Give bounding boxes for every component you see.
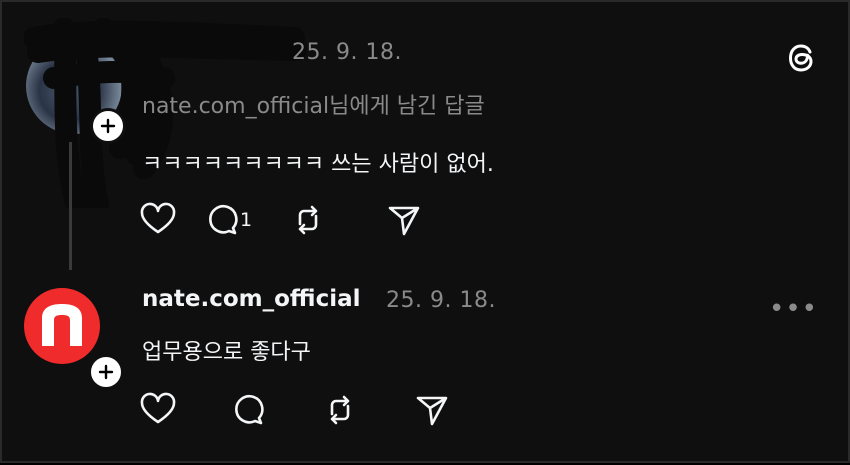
heart-icon bbox=[140, 392, 176, 424]
share-icon bbox=[416, 396, 448, 426]
reply-to-label[interactable]: nate.com_official님에게 남긴 답글 bbox=[142, 88, 485, 120]
share-button[interactable] bbox=[412, 390, 462, 430]
repost-button[interactable] bbox=[288, 200, 384, 240]
post-date: 25. 9. 18. bbox=[386, 288, 496, 313]
comment-button[interactable] bbox=[228, 390, 320, 430]
username[interactable]: nate.com_official bbox=[142, 286, 361, 312]
comment-icon bbox=[209, 205, 238, 235]
screen: 25. 9. 18. nate.com_official님에게 남긴 답글 ㅋㅋ… bbox=[0, 0, 850, 463]
thread-line bbox=[69, 142, 72, 270]
repost-icon bbox=[330, 395, 350, 425]
share-icon bbox=[388, 206, 420, 236]
action-bar bbox=[138, 390, 462, 430]
follow-plus-button[interactable] bbox=[90, 108, 126, 144]
nate-logo-icon bbox=[42, 304, 82, 346]
follow-plus-button[interactable] bbox=[88, 354, 124, 390]
avatar[interactable] bbox=[24, 288, 100, 364]
like-button[interactable] bbox=[138, 390, 228, 430]
heart-icon bbox=[140, 202, 176, 234]
plus-icon bbox=[100, 118, 116, 134]
post-date: 25. 9. 18. bbox=[292, 40, 402, 65]
reply-post: 25. 9. 18. nate.com_official님에게 남긴 답글 ㅋㅋ… bbox=[2, 2, 850, 272]
comment-button[interactable]: 1 bbox=[202, 200, 288, 240]
post-text: ㅋㅋㅋㅋㅋㅋㅋㅋㅋ 쓰는 사람이 없어. bbox=[142, 152, 494, 177]
comment-icon bbox=[235, 395, 264, 425]
like-button[interactable] bbox=[138, 200, 202, 240]
plus-icon bbox=[98, 364, 114, 380]
repost-button[interactable] bbox=[320, 390, 412, 430]
post-text: 업무용으로 좋다구 bbox=[142, 340, 311, 365]
repost-icon bbox=[298, 205, 318, 235]
action-bar: 1 bbox=[138, 200, 434, 240]
threads-logo-icon[interactable] bbox=[782, 38, 822, 78]
share-button[interactable] bbox=[384, 200, 434, 240]
more-icon[interactable]: ••• bbox=[769, 294, 818, 324]
comment-count: 1 bbox=[240, 209, 253, 231]
official-reply-post: nate.com_official 25. 9. 18. ••• 업무용으로 좋… bbox=[2, 272, 850, 465]
